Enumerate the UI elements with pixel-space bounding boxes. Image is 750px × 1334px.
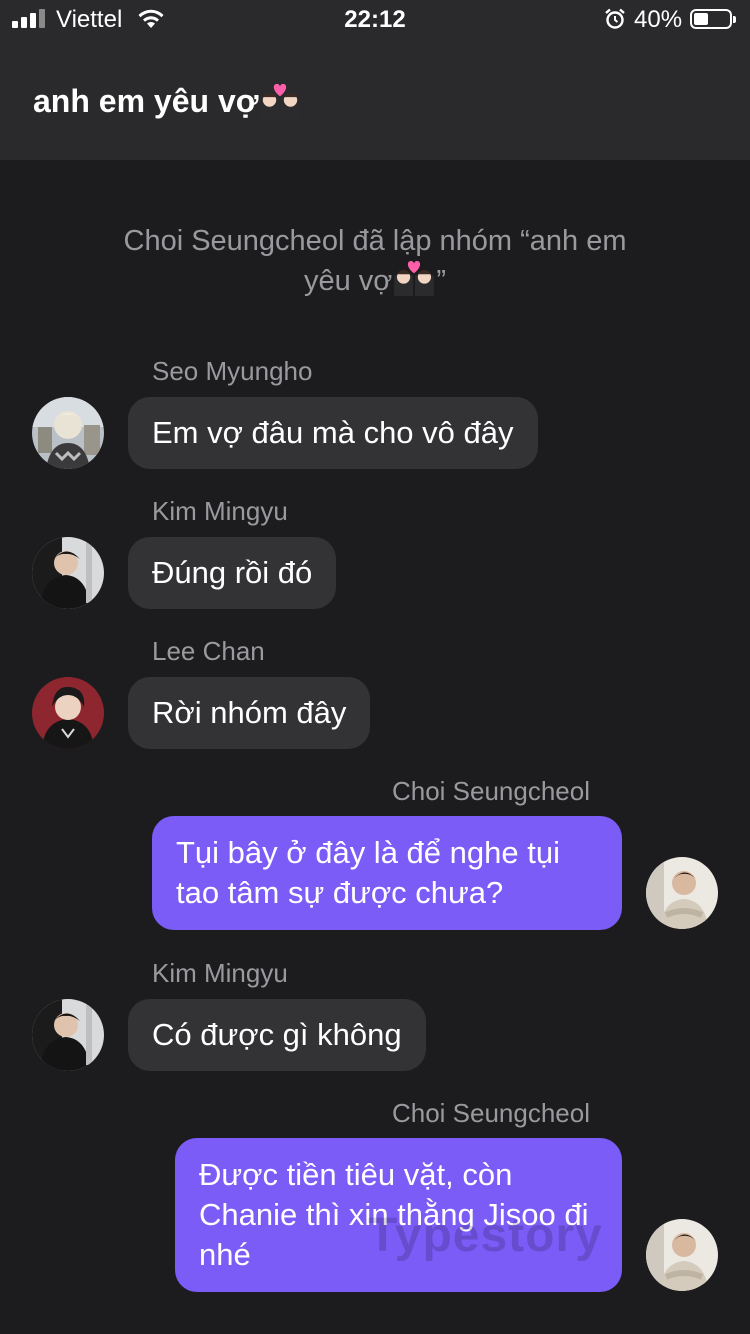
watermark: Typestory — [368, 1209, 603, 1262]
avatar[interactable] — [32, 397, 104, 469]
couple-with-heart-icon — [259, 82, 301, 120]
chat-title[interactable]: anh em yêu vợ — [33, 82, 301, 120]
status-bar: Viettel 22:12 40% — [0, 0, 750, 40]
battery-icon — [690, 9, 736, 29]
message-bubble[interactable]: Đúng rồi đó — [128, 537, 337, 609]
message-sender: Kim Mingyu — [152, 496, 288, 526]
avatar[interactable] — [646, 857, 718, 929]
message-bubble[interactable]: Em vợ đâu mà cho vô đây — [128, 397, 538, 469]
avatar[interactable] — [32, 537, 104, 609]
avatar[interactable] — [32, 677, 104, 749]
message-sender: Choi Seungcheol — [391, 776, 590, 806]
message-bubble[interactable]: Có được gì không — [128, 999, 426, 1071]
chat-header: anh em yêu vợ — [0, 40, 750, 160]
group-created-notice: Choi Seungcheol đã lập nhóm “anh em yêu … — [100, 222, 650, 300]
avatar[interactable] — [646, 1219, 718, 1291]
message-text: Có được gì không — [152, 1017, 402, 1052]
battery-percent: 40% — [634, 6, 683, 33]
system-message-end: ” — [436, 265, 446, 297]
avatar[interactable] — [32, 999, 104, 1071]
message-text: Tụi bây ở đây là để nghe tụi tao tâm sự … — [176, 835, 560, 910]
system-message-text: Choi Seungcheol đã lập nhóm “anh em yêu … — [123, 225, 627, 297]
couple-with-heart-icon — [392, 260, 436, 296]
message-bubble-outgoing[interactable]: Tụi bây ở đây là để nghe tụi tao tâm sự … — [152, 816, 622, 930]
message-text: Em vợ đâu mà cho vô đây — [152, 415, 514, 450]
message-sender: Lee Chan — [152, 636, 265, 666]
message-bubble[interactable]: Rời nhóm đây — [128, 677, 371, 749]
chat-title-text: anh em yêu vợ — [33, 83, 259, 119]
message-text: Rời nhóm đây — [152, 695, 347, 730]
message-text: Đúng rồi đó — [152, 555, 313, 590]
message-sender: Seo Myungho — [152, 356, 313, 386]
message-sender: Kim Mingyu — [152, 958, 288, 988]
message-sender: Choi Seungcheol — [391, 1098, 590, 1128]
alarm-icon — [605, 8, 625, 29]
